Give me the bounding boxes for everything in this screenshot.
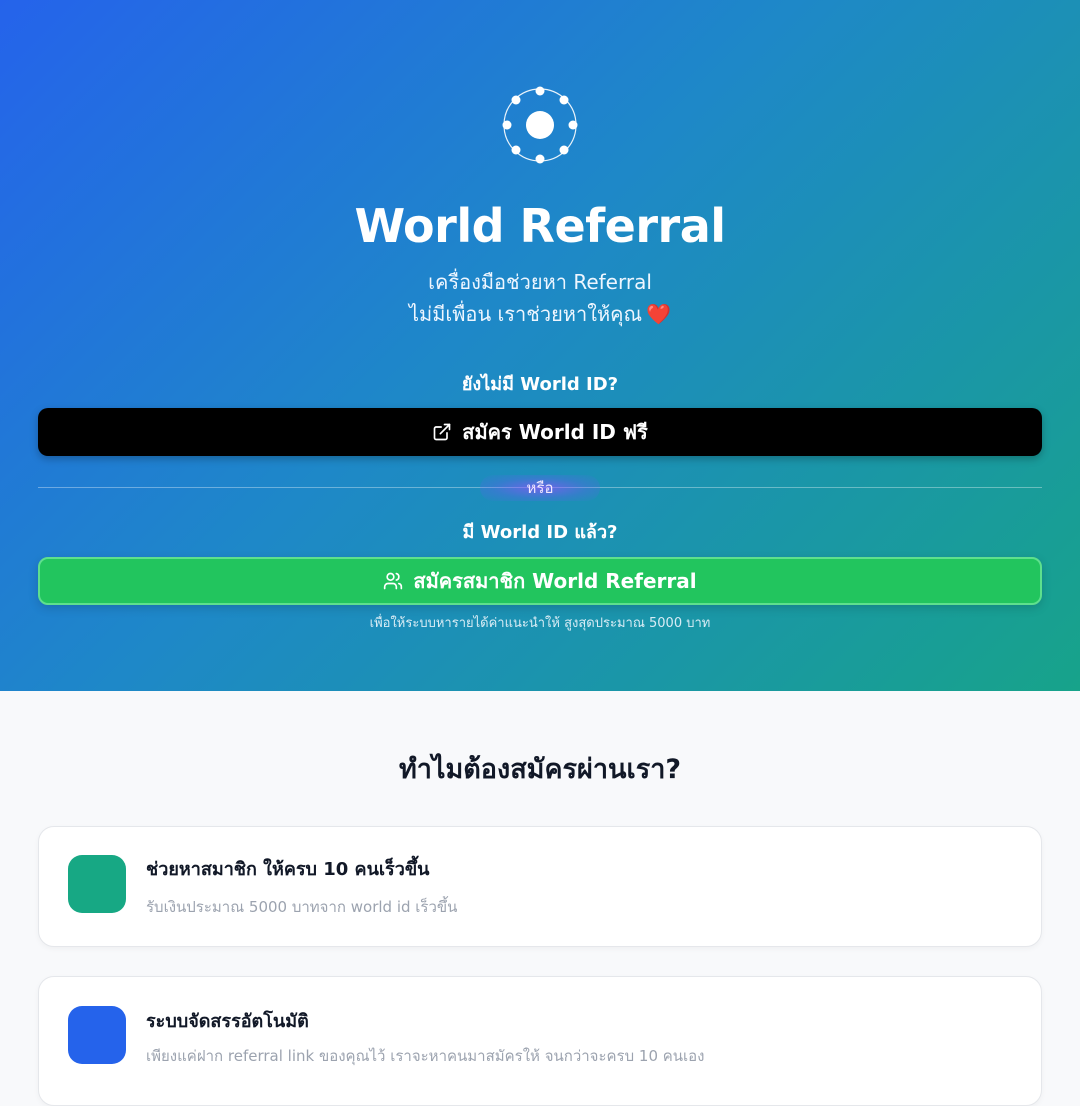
join-world-referral-button[interactable]: สมัครสมาชิก World Referral	[38, 557, 1042, 605]
users-icon	[384, 572, 403, 590]
register-world-id-button[interactable]: สมัคร World ID ฟรี	[38, 408, 1042, 456]
subtitle-line-2: ไม่มีเพื่อน เราช่วยหาให้คุณ ❤️	[0, 298, 1080, 330]
feature-card: ช่วยหาสมาชิก ให้ครบ 10 คนเร็วขึ้น รับเงิ…	[38, 826, 1042, 947]
page-title: World Referral	[354, 199, 726, 253]
feature-icon	[68, 1006, 126, 1064]
no-world-id-question: ยังไม่มี World ID?	[461, 374, 619, 395]
subtitle: เครื่องมือช่วยหา Referral ไม่มีเพื่อน เร…	[0, 266, 1080, 330]
feature-description: รับเงินประมาณ 5000 บาทจาก world id เร็วข…	[146, 898, 458, 916]
external-link-icon	[433, 423, 451, 441]
or-separator: หรือ	[480, 475, 600, 501]
heart-icon: ❤️	[646, 302, 672, 326]
feature-title: ระบบจัดสรรอัตโนมัติ	[146, 1011, 309, 1032]
hero-section: World Referral เครื่องมือช่วยหา Referral…	[0, 0, 1080, 691]
why-heading: ทำไมต้องสมัครผ่านเรา?	[398, 754, 682, 785]
join-world-referral-label: สมัครสมาชิก World Referral	[413, 569, 697, 593]
earnings-note: เพื่อให้ระบบหารายได้ค่าแนะนำให้ สูงสุดปร…	[369, 616, 711, 631]
has-world-id-question: มี World ID แล้ว?	[462, 522, 618, 543]
register-world-id-label: สมัคร World ID ฟรี	[462, 420, 648, 444]
globe-network-icon	[502, 86, 578, 164]
subtitle-line-1: เครื่องมือช่วยหา Referral	[428, 270, 652, 294]
feature-description: เพียงแค่ฝาก referral link ของคุณไว้ เราจ…	[146, 1047, 705, 1065]
feature-title: ช่วยหาสมาชิก ให้ครบ 10 คนเร็วขึ้น	[146, 859, 430, 880]
subtitle-line-2-text: ไม่มีเพื่อน เราช่วยหาให้คุณ	[408, 302, 643, 326]
feature-card: ระบบจัดสรรอัตโนมัติ เพียงแค่ฝาก referral…	[38, 976, 1042, 1106]
feature-icon	[68, 855, 126, 913]
